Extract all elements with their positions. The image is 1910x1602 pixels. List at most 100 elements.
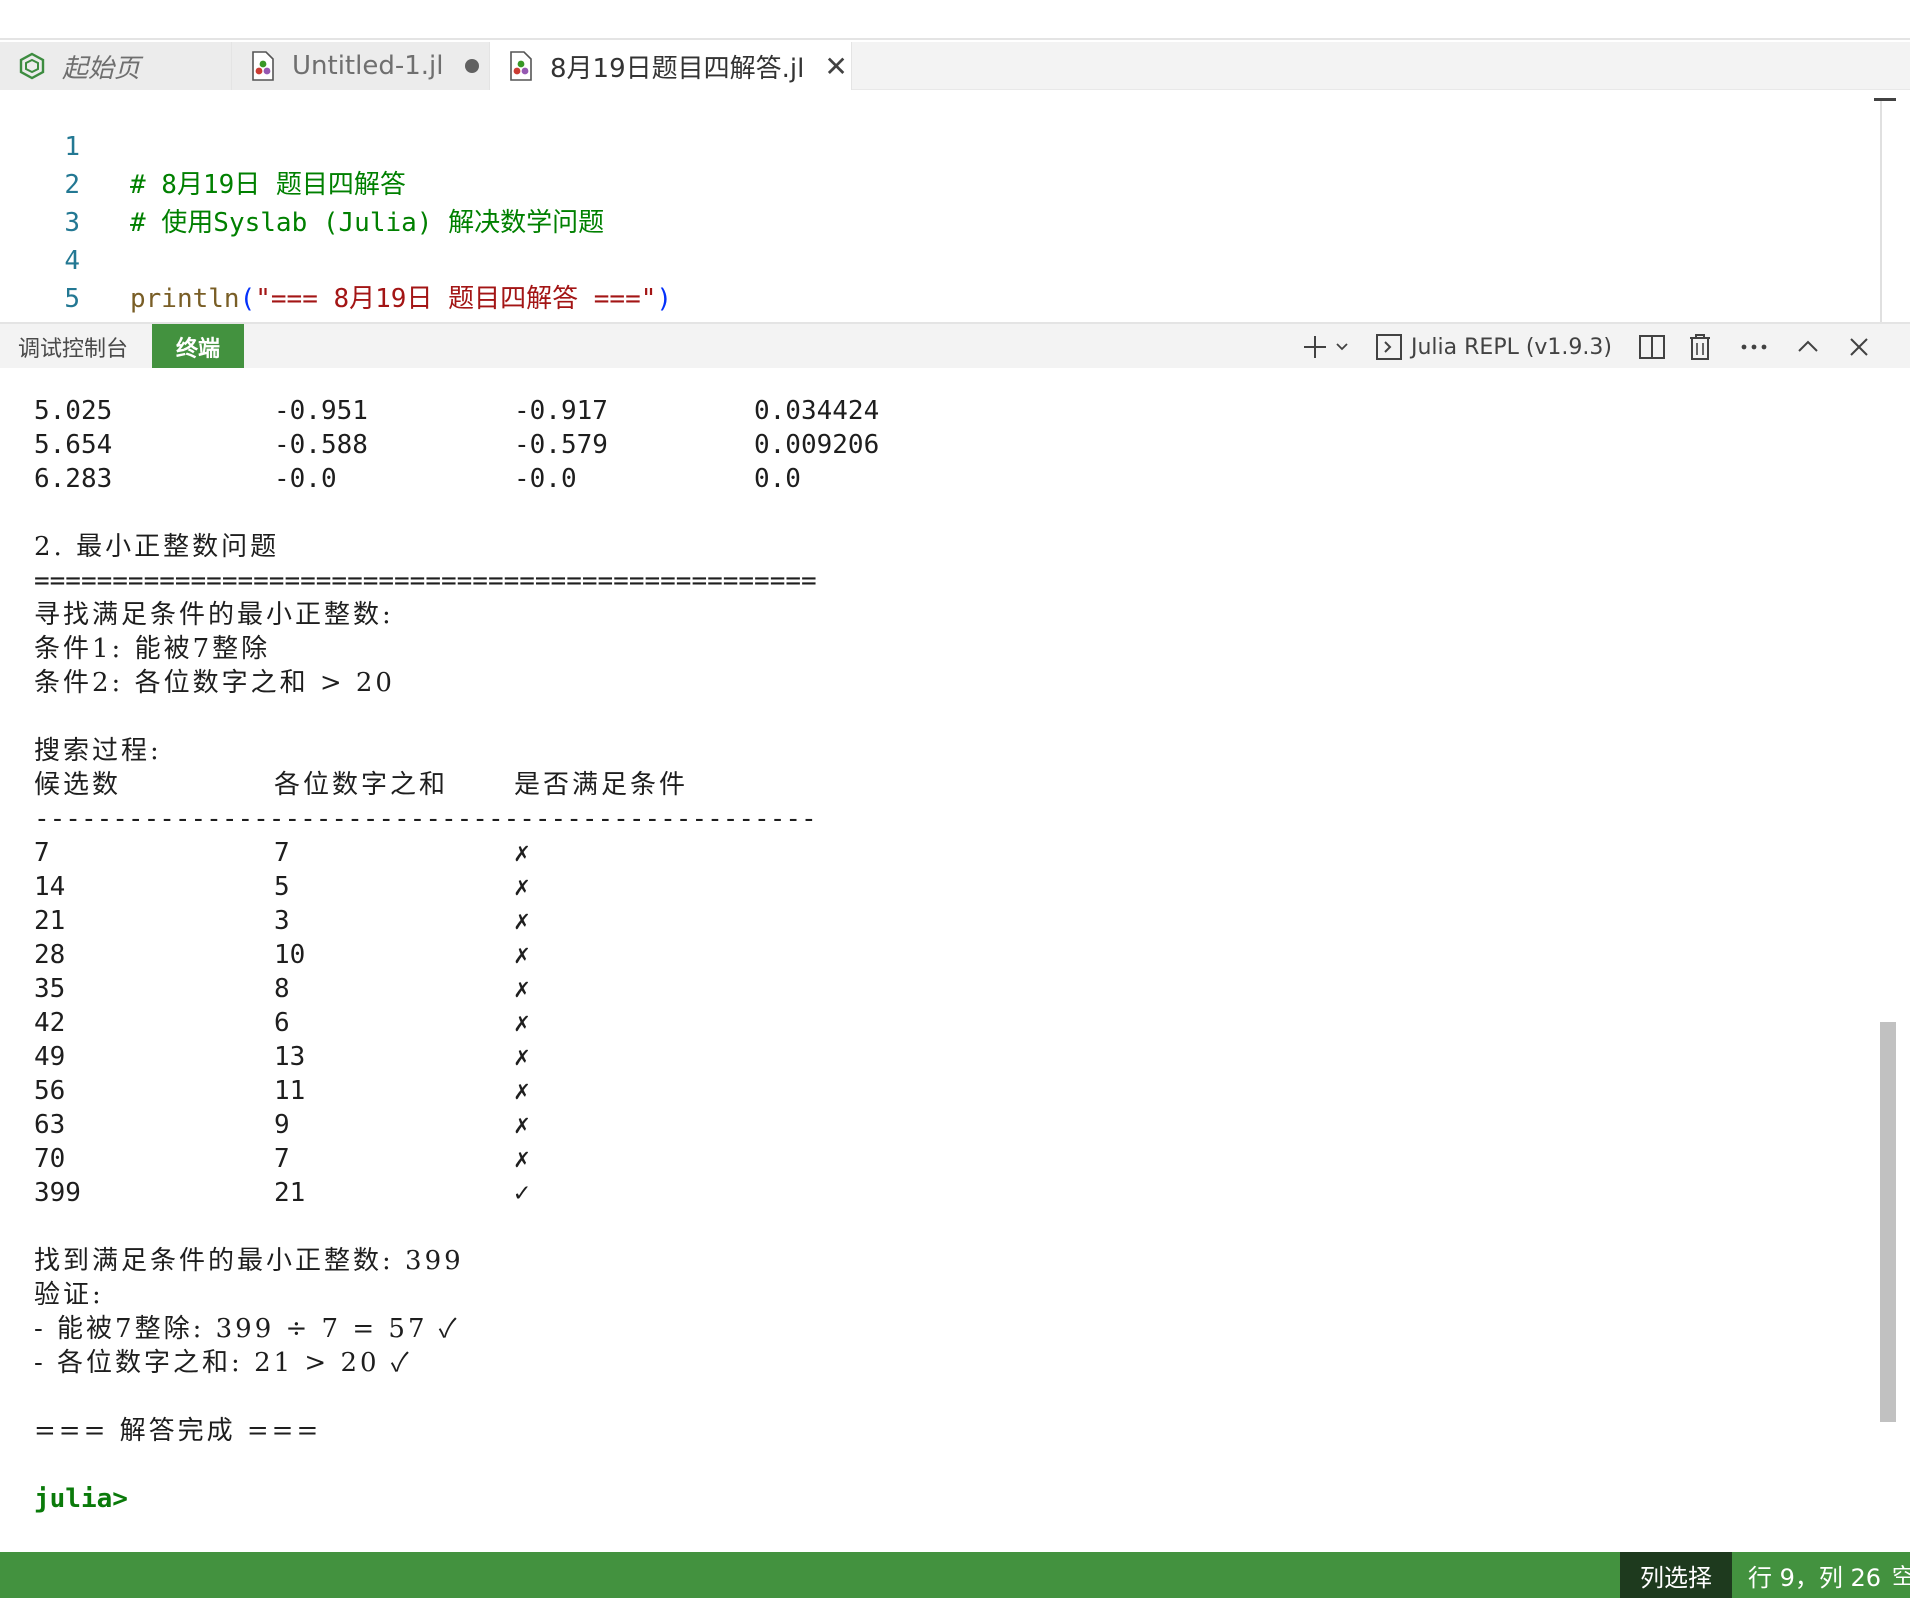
table-cell: 0.0 xyxy=(754,464,801,494)
table-row: 7 7 ✗ xyxy=(34,836,530,870)
table-row: 63 9 ✗ xyxy=(34,1108,530,1142)
intro-line: 寻找满足条件的最小正整数: xyxy=(34,600,394,630)
table-cell: 35 xyxy=(34,974,66,1004)
table-cell: 7 xyxy=(274,838,290,868)
code-line: 1 # 8月19日 题目四解答 xyxy=(0,90,1870,200)
table-row: 49 13 ✗ xyxy=(34,1040,530,1074)
table-cell: 21 xyxy=(34,906,66,936)
table-cell: 11 xyxy=(274,1076,306,1106)
tab-label: 8月19日题目四解答.jl xyxy=(550,53,805,84)
table-row: 21 3 ✗ xyxy=(34,904,530,938)
terminal-icon xyxy=(1376,334,1402,360)
table-cell: 42 xyxy=(34,1008,66,1038)
cross-icon: ✗ xyxy=(514,1042,530,1072)
result-line: 找到满足条件的最小正整数: 399 xyxy=(34,1246,464,1276)
table-cell: 9 xyxy=(274,1110,290,1140)
tab-debug-console[interactable]: 调试控制台 xyxy=(0,324,152,370)
cross-icon: ✗ xyxy=(514,974,530,1004)
cross-icon: ✗ xyxy=(514,1144,530,1174)
table-cell: 3 xyxy=(274,906,290,936)
table-row: 35 8 ✗ xyxy=(34,972,530,1006)
julia-prompt[interactable]: julia> xyxy=(34,1482,128,1516)
panel-header: 调试控制台 终端 Julia REPL (v1.9.3) xyxy=(0,322,1910,370)
table-cell: 10 xyxy=(274,940,306,970)
column-selection-mode[interactable]: 列选择 xyxy=(1620,1552,1732,1598)
cross-icon: ✗ xyxy=(514,1008,530,1038)
check-icon: ✓ xyxy=(514,1178,530,1208)
code-line: 5 println() xyxy=(0,242,1870,352)
split-terminal-icon[interactable] xyxy=(1638,324,1666,370)
cross-icon: ✗ xyxy=(514,1110,530,1140)
table-cell: -0.917 xyxy=(514,396,608,426)
table-cell: 399 xyxy=(34,1178,81,1208)
table-row: 28 10 ✗ xyxy=(34,938,530,972)
table-row: 5.654 -0.588 -0.579 0.009206 xyxy=(34,428,879,462)
cross-icon: ✗ xyxy=(514,940,530,970)
table-cell: 6 xyxy=(274,1008,290,1038)
code-line: 2 # 使用Syslab (Julia) 解决数学问题 xyxy=(0,128,1870,238)
julia-file-icon xyxy=(250,51,276,81)
table-cell: 63 xyxy=(34,1110,66,1140)
trash-icon[interactable] xyxy=(1688,324,1712,370)
table-cell: 56 xyxy=(34,1076,66,1106)
julia-file-icon xyxy=(508,51,534,81)
table-cell: -0.951 xyxy=(274,396,368,426)
table-cell: 5.025 xyxy=(34,396,113,426)
header-cell: 候选数 xyxy=(34,770,122,800)
new-terminal-icon[interactable] xyxy=(1301,324,1353,370)
terminal-output[interactable]: 5.025 -0.951 -0.917 0.034424 5.654 -0.58… xyxy=(0,368,1910,1552)
code-line: 6 xyxy=(0,280,1870,352)
condition-1: 条件1: 能被7整除 xyxy=(34,634,271,664)
code-editor[interactable]: 1 # 8月19日 题目四解答 2 # 使用Syslab (Julia) 解决数… xyxy=(0,90,1910,352)
tab-start-page[interactable]: 起始页 xyxy=(0,42,232,90)
table-row: 6.283 -0.0 -0.0 0.0 xyxy=(34,462,801,496)
table-cell: -0.0 xyxy=(514,464,577,494)
table-cell: -0.588 xyxy=(274,430,368,460)
cursor-position[interactable]: 行 9，列 26 xyxy=(1748,1552,1881,1598)
done-line: === 解答完成 === xyxy=(34,1416,322,1446)
table-cell: 7 xyxy=(34,838,50,868)
table-cell: 5 xyxy=(274,872,290,902)
terminal-scrollbar[interactable] xyxy=(1880,1022,1896,1422)
header-cell: 是否满足条件 xyxy=(514,770,689,800)
status-overflow-item[interactable]: 空 xyxy=(1892,1552,1910,1598)
table-cell: 13 xyxy=(274,1042,306,1072)
verify-line-2: - 各位数字之和: 21 > 20 ✓ xyxy=(34,1348,412,1378)
table-header: 候选数 各位数字之和 是否满足条件 xyxy=(34,768,685,802)
double-rule: ========================================… xyxy=(34,566,817,596)
table-cell: 49 xyxy=(34,1042,66,1072)
condition-2: 条件2: 各位数字之和 > 20 xyxy=(34,668,395,698)
table-cell: 8 xyxy=(274,974,290,1004)
tab-untitled[interactable]: Untitled-1.jl xyxy=(232,42,490,90)
search-label: 搜索过程: xyxy=(34,736,162,766)
table-row: 56 11 ✗ xyxy=(34,1074,530,1108)
single-rule: ----------------------------------------… xyxy=(34,804,817,834)
verify-line-1: - 能被7整除: 399 ÷ 7 = 57 ✓ xyxy=(34,1314,460,1344)
table-cell: -0.0 xyxy=(274,464,337,494)
tab-active-file[interactable]: 8月19日题目四解答.jl ✕ xyxy=(490,42,852,90)
table-row: 42 6 ✗ xyxy=(34,1006,530,1040)
title-strip xyxy=(0,0,1910,40)
panel-actions: Julia REPL (v1.9.3) xyxy=(1287,324,1870,370)
unsaved-dot-icon[interactable] xyxy=(465,59,480,73)
close-icon[interactable]: ✕ xyxy=(824,50,847,83)
tab-label: Untitled-1.jl xyxy=(292,51,444,81)
table-cell: 21 xyxy=(274,1178,306,1208)
table-row: 14 5 ✗ xyxy=(34,870,530,904)
julia-start-icon xyxy=(18,52,46,80)
chevron-up-icon[interactable] xyxy=(1796,324,1820,370)
code-line: 3 xyxy=(0,166,1870,238)
table-cell: 5.654 xyxy=(34,430,113,460)
close-icon[interactable] xyxy=(1848,324,1870,370)
editor-scrollbar[interactable] xyxy=(1880,98,1882,322)
more-icon[interactable] xyxy=(1740,324,1768,370)
repl-label: Julia REPL (v1.9.3) xyxy=(1411,334,1612,360)
table-cell: 0.034424 xyxy=(754,396,880,426)
table-cell: 6.283 xyxy=(34,464,113,494)
tab-label: 起始页 xyxy=(62,53,141,84)
table-cell: 7 xyxy=(274,1144,290,1174)
table-cell: 70 xyxy=(34,1144,66,1174)
code-line: 4 println("=== 8月19日 题目四解答 ===") xyxy=(0,204,1870,314)
terminal-select[interactable]: Julia REPL (v1.9.3) xyxy=(1375,324,1612,370)
tab-terminal[interactable]: 终端 xyxy=(152,324,244,370)
